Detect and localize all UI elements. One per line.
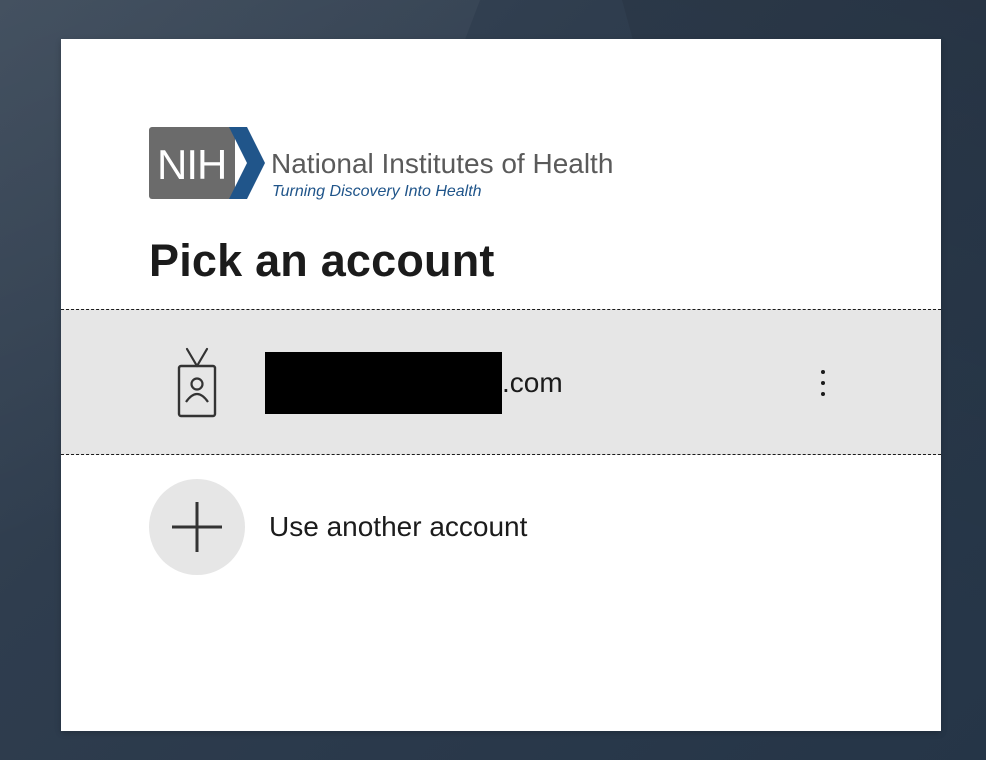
logo-name: National Institutes of Health <box>271 148 613 179</box>
redacted-email <box>265 352 502 414</box>
page-title: Pick an account <box>149 235 495 286</box>
logo-mark: NIH <box>157 141 226 188</box>
more-vertical-icon-dot <box>821 392 825 396</box>
more-vertical-icon <box>821 370 825 374</box>
use-another-account-button[interactable]: Use another account <box>149 479 849 575</box>
logo-tagline: Turning Discovery Into Health <box>272 183 482 200</box>
account-avatar <box>149 336 245 432</box>
email-suffix: .com <box>502 367 563 398</box>
use-another-account-label: Use another account <box>269 511 528 542</box>
more-options-button[interactable] <box>803 358 843 408</box>
account-email: .com <box>265 352 563 414</box>
plus-icon-container <box>149 479 245 575</box>
sign-in-card: NIH National Institutes of Health Turnin… <box>61 39 941 731</box>
account-tile[interactable]: .com <box>61 309 941 455</box>
more-vertical-icon-dot <box>821 381 825 385</box>
id-badge-icon <box>177 347 217 418</box>
nih-logo: NIH National Institutes of Health Turnin… <box>149 127 629 201</box>
plus-icon <box>172 502 222 552</box>
